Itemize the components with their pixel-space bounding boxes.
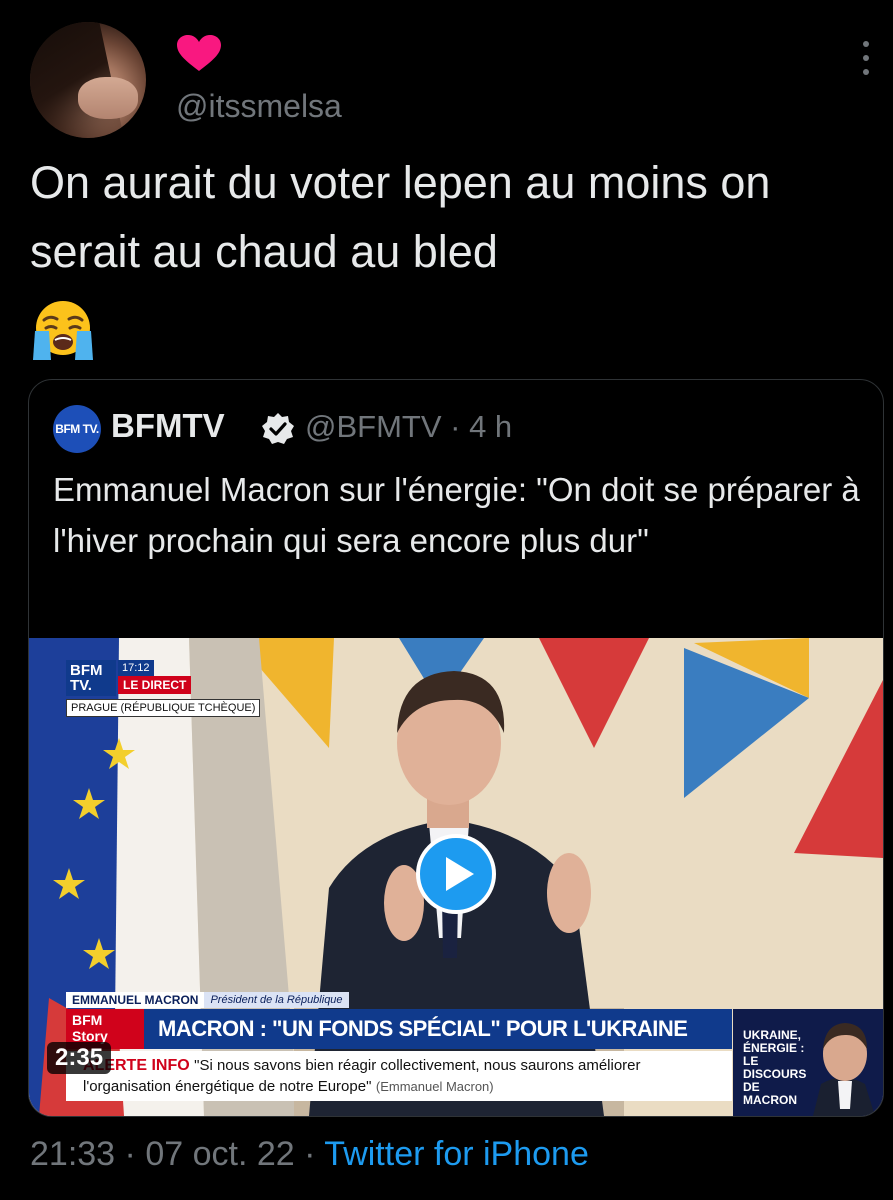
tweet-date[interactable]: 07 oct. 22 <box>145 1135 294 1173</box>
quoted-author-name[interactable]: BFMTV <box>111 407 225 445</box>
tweet-source[interactable]: Twitter for iPhone <box>324 1135 589 1173</box>
clock-badge: 17:12 <box>118 660 154 676</box>
user-handle[interactable]: @itssmelsa <box>176 88 342 125</box>
video-player[interactable]: BFM TV. 17:12 LE DIRECT PRAGUE (RÉPUBLIQ… <box>29 638 883 1116</box>
tweet-time[interactable]: 21:33 <box>30 1135 115 1173</box>
quoted-tweet-text: Emmanuel Macron sur l'énergie: "On doit … <box>53 471 860 559</box>
location-label: PRAGUE (RÉPUBLIQUE TCHÈQUE) <box>66 699 261 717</box>
more-vertical-icon[interactable] <box>860 38 872 78</box>
tweet-text: On aurait du voter lepen au moins on ser… <box>30 157 771 277</box>
tweet-meta: 21:33 · 07 oct. 22 · Twitter for iPhone <box>30 1135 589 1174</box>
separator: · <box>304 1135 316 1173</box>
video-duration: 2:35 <box>47 1042 112 1074</box>
avatar[interactable] <box>30 22 146 138</box>
live-badge: LE DIRECT <box>118 676 192 694</box>
alert-ticker: ALERTE INFO "Si nous savons bien réagir … <box>66 1051 732 1101</box>
play-icon <box>446 857 474 891</box>
avatar-hand <box>78 77 138 119</box>
speaker-name: EMMANUEL MACRON <box>66 993 205 1007</box>
bfmtv-avatar[interactable]: BFM TV. <box>53 405 101 453</box>
verified-badge-icon <box>262 413 294 444</box>
channel-logo: BFM TV. <box>66 660 116 696</box>
alert-author: (Emmanuel Macron) <box>375 1079 494 1094</box>
play-button[interactable] <box>416 834 496 914</box>
quoted-tweet-card[interactable]: BFM TV. BFMTV @BFMTV · 4 h Emmanuel Macr… <box>28 379 884 1117</box>
side-panel: UKRAINE, ÉNERGIE : LE DISCOURS DE MACRON <box>733 1009 883 1116</box>
speaker-role: Président de la République <box>204 992 349 1008</box>
side-panel-text: UKRAINE, ÉNERGIE : LE DISCOURS DE MACRON <box>743 1028 807 1107</box>
heart-icon[interactable] <box>176 34 222 72</box>
speaker-lower-third: EMMANUEL MACRON Président de la Républiq… <box>66 992 349 1008</box>
separator: · <box>124 1135 136 1173</box>
loudly-crying-face-icon <box>33 301 93 360</box>
quoted-author-handle[interactable]: @BFMTV · 4 h <box>305 409 512 445</box>
headline-banner: MACRON : "UN FONDS SPÉCIAL" POUR L'UKRAI… <box>144 1009 732 1049</box>
